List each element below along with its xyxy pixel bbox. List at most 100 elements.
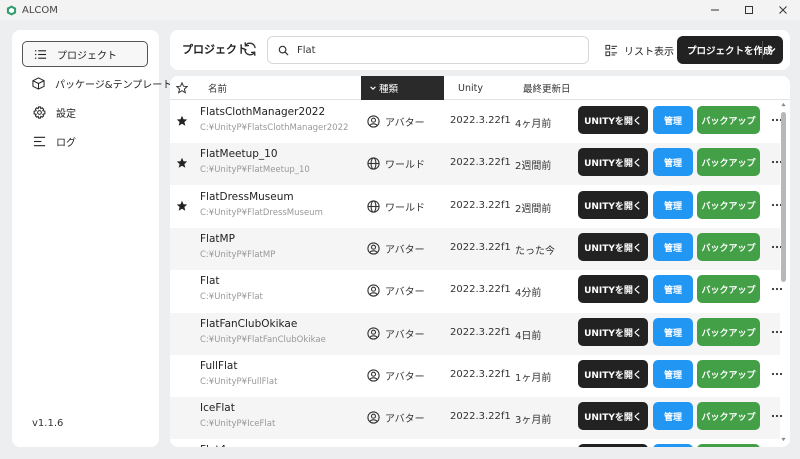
scroll-thumb[interactable] [781,112,786,282]
manage-button[interactable]: 管理 [653,318,693,346]
backup-button[interactable]: バックアップ [697,148,760,176]
project-type-label: ワールド [385,160,425,171]
open-unity-button[interactable]: UNITYを開く [578,148,648,176]
backup-button[interactable]: バックアップ [697,275,760,303]
minimize-icon [711,9,719,11]
table-row[interactable]: FlatDressMuseum C:¥UnityP¥FlatDressMuseum… [170,186,783,228]
project-type: アバター [367,368,425,383]
table-row[interactable]: FullFlat C:¥UnityP¥FullFlat アバター 2022.3.22f… [170,355,783,397]
search-value: Flat [297,44,316,56]
maximize-button[interactable] [732,0,766,20]
open-unity-button[interactable]: UNITYを開く [578,191,648,219]
backup-button[interactable]: バックアップ [697,106,760,134]
project-name: FullFlat [200,360,238,372]
manage-button[interactable]: 管理 [653,360,693,388]
open-unity-button[interactable]: UNITYを開く [578,402,648,430]
favorite-toggle[interactable] [176,242,188,254]
manage-button[interactable]: 管理 [653,106,693,134]
favorite-toggle[interactable] [176,284,188,296]
favorite-toggle[interactable] [176,327,188,339]
sidebar-item-logs[interactable]: ログ [22,128,148,154]
table-row[interactable]: FlatFanClubOkikae C:¥UnityP¥FlatFanClubOk… [170,313,783,355]
sidebar-item-label: 設定 [56,108,76,120]
manage-button[interactable]: 管理 [653,148,693,176]
close-icon [779,6,787,14]
project-name: FlatsClothManager2022 [200,106,326,118]
unity-version: 2022.3.22f1 [450,284,511,295]
minimize-button[interactable] [698,0,732,20]
last-modified: 4分前 [515,288,542,299]
scrollbar[interactable] [781,102,786,442]
project-path: C:¥UnityP¥FlatMeetup_10 [200,165,310,175]
table-row[interactable]: Flat C:¥UnityP¥Flat アバター 2022.3.22f1 4分前 UNIT… [170,270,783,312]
table-row[interactable]: FlatMP C:¥UnityP¥FlatMP アバター 2022.3.22f1 たった… [170,228,783,270]
type-column-label: 種類 [379,84,399,95]
manage-button[interactable]: 管理 [653,191,693,219]
manage-button[interactable]: 管理 [653,275,693,303]
open-unity-button[interactable]: UNITYを開く [578,318,648,346]
backup-button[interactable]: バックアップ [697,318,760,346]
table-row[interactable]: FlatsClothManager2022 C:¥UnityP¥FlatsClot… [170,101,783,143]
backup-button[interactable]: バックアップ [697,402,760,430]
open-unity-button[interactable]: UNITYを開く [578,233,648,261]
world-icon [367,157,380,170]
favorite-star-icon[interactable] [176,200,188,212]
table-row[interactable]: IceFlat C:¥UnityP¥IceFlat アバター 2022.3.22f1 3… [170,397,783,439]
type-column-header[interactable]: 種類 [361,76,444,100]
scroll-down-icon[interactable] [781,437,786,442]
chevron-down-icon[interactable] [767,45,777,55]
scroll-up-icon[interactable] [781,102,786,107]
favorite-star-icon[interactable] [176,115,188,127]
create-project-button[interactable]: プロジェクトを作成 [677,36,783,64]
open-unity-button[interactable]: UNITYを開く [578,360,648,388]
open-unity-button[interactable]: UNITYを開く [578,106,648,134]
project-path: C:¥UnityP¥FlatsClothManager2022 [200,123,349,133]
backup-button[interactable]: バックアップ [697,360,760,388]
refresh-icon[interactable] [242,41,258,57]
table-header: 名前 種類 Unity 最終更新日 [170,76,790,100]
search-input[interactable]: Flat [267,36,589,64]
maximize-icon [745,6,753,14]
open-unity-button[interactable] [578,444,648,447]
unity-version: 2022.3.22f1 [450,200,511,211]
sidebar-item-settings[interactable]: 設定 [22,99,148,125]
last-modified: 4日前 [515,331,542,342]
favorite-star-icon[interactable] [176,157,188,169]
unity-version: 2022.3.22f1 [450,327,511,338]
favorite-toggle[interactable] [176,369,188,381]
favorite-column-header[interactable] [176,76,188,100]
project-path: C:¥UnityP¥FlatMP [200,250,276,260]
button-divider [762,41,763,59]
favorite-toggle[interactable] [176,411,188,423]
project-name: IceFlat [200,402,235,414]
table-row[interactable]: FlatMeetup_10 C:¥UnityP¥FlatMeetup_10 ワールド… [170,143,783,185]
sidebar: プロジェクト パッケージ&テンプレート 設定 ログ v1.1.6 [12,30,172,447]
close-button[interactable] [766,0,800,20]
title-bar: ALCOM [0,0,800,20]
project-type: ワールド [367,199,425,214]
manage-button[interactable] [653,444,693,447]
backup-button[interactable] [697,444,760,447]
project-type-label: アバター [385,372,425,383]
manage-button[interactable]: 管理 [653,402,693,430]
unity-version: 2022.3.22f1 [450,369,511,380]
project-type: ワールド [367,156,425,171]
sidebar-item-projects[interactable]: プロジェクト [22,41,148,67]
unity-column-header[interactable]: Unity [458,76,483,100]
backup-button[interactable]: バックアップ [697,233,760,261]
window-controls [698,0,800,20]
modified-column-header[interactable]: 最終更新日 [523,76,571,100]
list-view-toggle[interactable]: リスト表示 [605,40,674,60]
open-unity-button[interactable]: UNITYを開く [578,275,648,303]
project-name: FlatDressMuseum [200,191,294,203]
last-modified: 2週間前 [515,204,552,215]
name-column-header[interactable]: 名前 [208,76,227,100]
manage-button[interactable]: 管理 [653,233,693,261]
sidebar-item-packages[interactable]: パッケージ&テンプレート [22,70,172,96]
backup-button[interactable]: バックアップ [697,191,760,219]
sidebar-item-label: プロジェクト [57,50,117,62]
table-row[interactable]: Flat4 [170,439,780,447]
project-name: Flat [200,275,220,287]
project-type-label: アバター [385,287,425,298]
search-icon [278,45,289,56]
